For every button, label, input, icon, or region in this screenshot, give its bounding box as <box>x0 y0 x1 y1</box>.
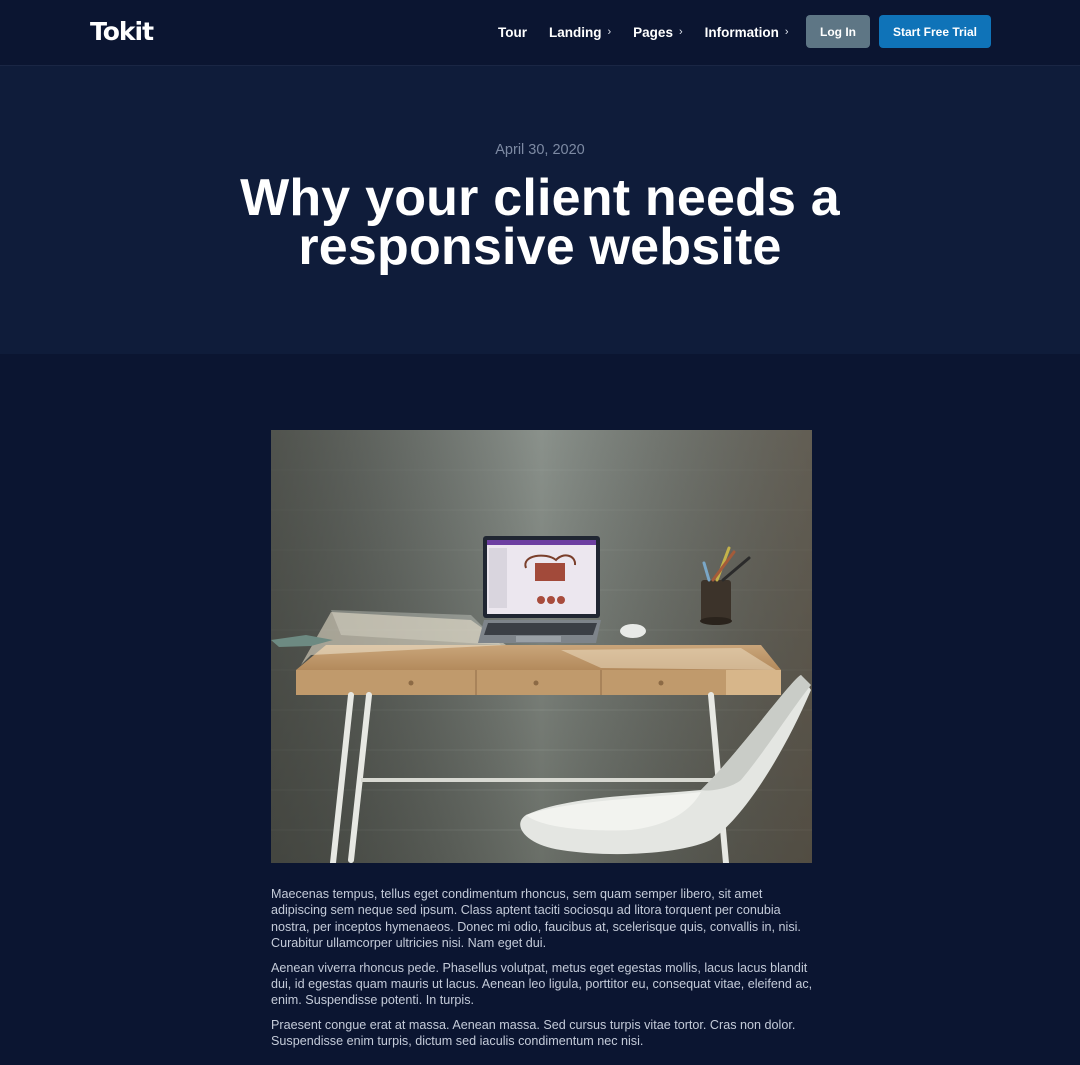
post-date: April 30, 2020 <box>495 142 585 158</box>
nav-item-information[interactable]: Information › <box>705 25 789 40</box>
chevron-right-icon: › <box>784 26 789 38</box>
chevron-right-icon: › <box>678 26 683 38</box>
nav-item-label: Landing <box>549 24 602 40</box>
nav-item-tour[interactable]: Tour <box>498 25 527 40</box>
login-button[interactable]: Log In <box>806 15 870 48</box>
hero-section: April 30, 2020 Why your client needs a r… <box>0 66 1080 354</box>
nav-item-label: Information <box>704 24 779 40</box>
site-logo[interactable]: Tokit <box>90 16 154 48</box>
article-paragraph: Aenean viverra rhoncus pede. Phasellus v… <box>271 960 813 1008</box>
nav-item-landing[interactable]: Landing › <box>549 25 611 40</box>
nav-item-label: Tour <box>498 24 527 40</box>
article-paragraph: Maecenas tempus, tellus eget condimentum… <box>271 887 801 951</box>
nav-item-pages[interactable]: Pages › <box>633 25 682 40</box>
article-paragraph: Praesent congue erat at massa. Aenean ma… <box>271 1017 796 1049</box>
page-title: Why your client needs a responsive websi… <box>240 169 840 276</box>
article-body: Maecenas tempus, tellus eget condimentum… <box>271 886 816 1058</box>
desk-photo-icon <box>271 430 812 863</box>
main-nav: Tour Landing › Pages › Information › <box>498 22 811 42</box>
article-image <box>271 430 812 863</box>
chevron-right-icon: › <box>607 26 612 38</box>
nav-item-label: Pages <box>633 24 673 40</box>
start-free-trial-button[interactable]: Start Free Trial <box>879 15 991 48</box>
site-header: Tokit Tour Landing › Pages › Information… <box>0 0 1080 66</box>
